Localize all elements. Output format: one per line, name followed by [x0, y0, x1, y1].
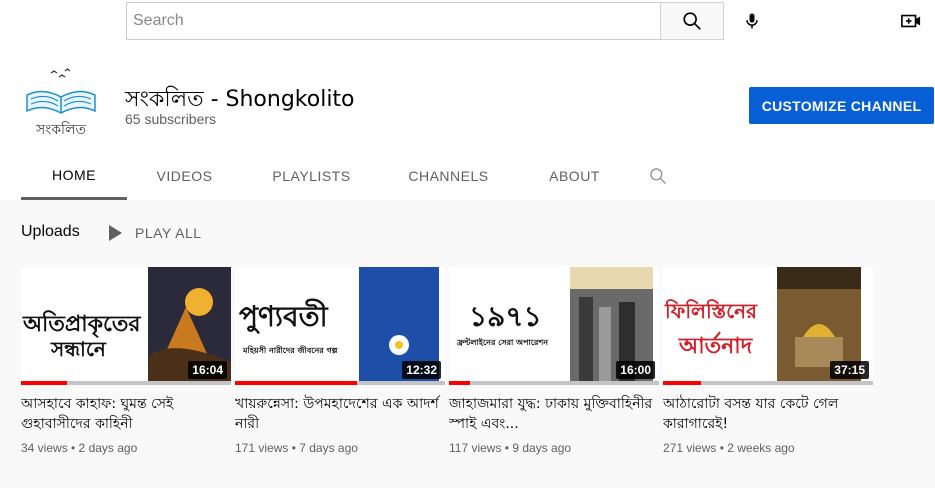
video-duration: 12:32 [402, 361, 441, 379]
video-meta: 171 views • 7 days ago [235, 441, 358, 455]
tab-home[interactable]: HOME [21, 152, 127, 200]
search-button[interactable] [660, 2, 724, 40]
create-button[interactable] [895, 4, 927, 38]
watch-progress-fill [235, 381, 357, 385]
video-meta: 271 views • 2 weeks ago [663, 441, 795, 455]
watch-progress-fill [21, 381, 68, 385]
avatar-logo-text: সংকলিত [35, 122, 86, 138]
uploads-heading[interactable]: Uploads [21, 223, 80, 241]
watch-progress-bar [663, 381, 873, 385]
video-card[interactable]: ১৯৭১ ফ্রন্টলাইনের সেরা অপারেশন 16:00 জাহ… [449, 267, 659, 455]
channel-avatar[interactable]: সংকলিত [21, 65, 101, 145]
thumbnail-subtext: ফ্রন্টলাইনের সেরা অপারেশন [457, 338, 548, 347]
video-card[interactable]: পুণ্যবতী মহিয়সী নারীদের জীবনের গল্প 12:… [235, 267, 445, 455]
play-icon [109, 225, 122, 241]
video-thumbnail[interactable]: ফিলিস্তিনের আর্তনাদ 37:15 [663, 267, 873, 385]
watch-progress-bar [235, 381, 445, 385]
thumbnail-subtext: মহিয়সী নারীদের জীবনের গল্প [243, 346, 338, 355]
watch-progress-fill [663, 381, 701, 385]
channel-search-button[interactable] [633, 152, 683, 200]
watch-progress-bar [21, 381, 231, 385]
thumbnail-text: পুণ্যবতী [239, 300, 328, 333]
video-duration: 16:04 [188, 361, 227, 379]
create-video-icon [901, 14, 921, 28]
search-icon [650, 168, 666, 184]
tab-videos[interactable]: VIDEOS [127, 152, 242, 200]
watch-progress-bar [449, 381, 659, 385]
search-icon [683, 12, 701, 30]
channel-tabs: HOME VIDEOS PLAYLISTS CHANNELS ABOUT [21, 152, 683, 200]
video-meta: 117 views • 9 days ago [449, 441, 572, 455]
thumbnail-subtext: আর্তনাদ [679, 334, 753, 359]
tab-playlists[interactable]: PLAYLISTS [242, 152, 381, 200]
thumbnail-text: ফিলিস্তিনের [665, 299, 758, 323]
tab-about[interactable]: ABOUT [516, 152, 633, 200]
channel-header: সংকলিত সংকলিত - Shongkolito 65 subscribe… [0, 46, 935, 200]
video-title[interactable]: আঠারোটা বসন্ত যার কেটে গেল কারাগারেই! [663, 394, 873, 434]
play-all-label: PLAY ALL [135, 225, 202, 241]
subscriber-count: 65 subscribers [125, 111, 217, 127]
voice-search-button[interactable] [736, 4, 768, 38]
video-thumbnail[interactable]: ১৯৭১ ফ্রন্টলাইনের সেরা অপারেশন 16:00 [449, 267, 659, 385]
tab-channels[interactable]: CHANNELS [381, 152, 516, 200]
video-title[interactable]: খায়রুন্নেসা: উপমহাদেশের এক আদর্শ নারী [235, 394, 445, 434]
video-thumbnail[interactable]: পুণ্যবতী মহিয়সী নারীদের জীবনের গল্প 12:… [235, 267, 445, 385]
video-meta: 34 views • 2 days ago [21, 441, 138, 455]
play-all-button[interactable]: PLAY ALL [108, 222, 202, 244]
video-duration: 37:15 [830, 361, 869, 379]
video-title[interactable]: আসহাবে কাহাফ: ঘুমন্ত সেই গুহাবাসীদের কাহ… [21, 394, 231, 434]
customize-channel-button[interactable]: CUSTOMIZE CHANNEL [749, 87, 934, 124]
thumbnail-text: ১৯৭১ [469, 300, 542, 333]
video-thumbnail[interactable]: অতিপ্রাকৃতের সন্ধানে 16:04 [21, 267, 231, 385]
search-input[interactable] [126, 2, 661, 40]
top-bar [0, 0, 935, 46]
watch-progress-fill [449, 381, 470, 385]
thumbnail-subtext: সন্ধানে [51, 337, 106, 361]
video-card[interactable]: অতিপ্রাকৃতের সন্ধানে 16:04 আসহাবে কাহাফ:… [21, 267, 231, 455]
mic-icon [746, 13, 758, 29]
video-duration: 16:00 [616, 361, 655, 379]
video-title[interactable]: জাহাজমারা যুদ্ধ: ঢাকায় মুক্তিবাহিনীর স্… [449, 394, 659, 434]
video-card[interactable]: ফিলিস্তিনের আর্তনাদ 37:15 আঠারোটা বসন্ত … [663, 267, 873, 455]
